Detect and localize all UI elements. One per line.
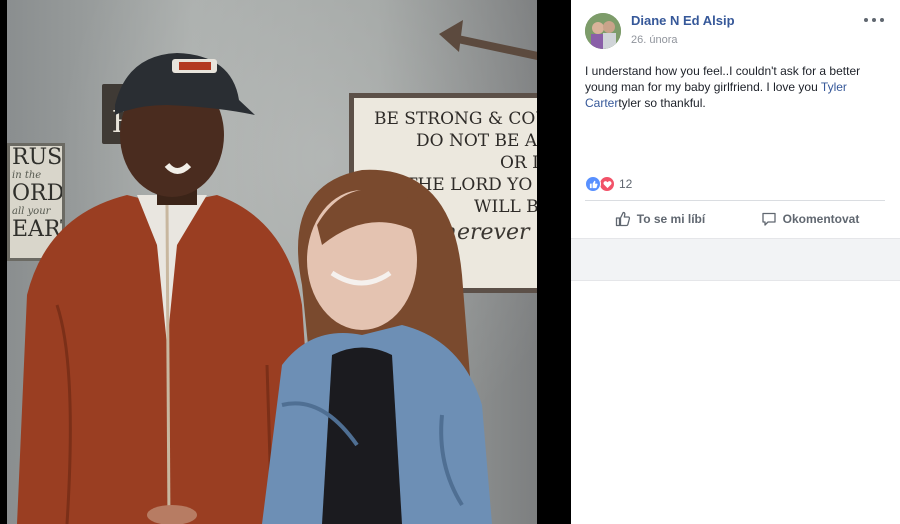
author-name[interactable]: Diane N Ed Alsip bbox=[631, 13, 735, 28]
post-text-before: I understand how you feel..I couldn't as… bbox=[585, 64, 861, 94]
post-photo[interactable]: RUST in the ORD all your EART pray BIG B… bbox=[7, 0, 537, 524]
comment-button[interactable]: Okomentovat bbox=[735, 204, 885, 234]
divider bbox=[585, 200, 885, 201]
more-options-icon[interactable] bbox=[864, 13, 884, 27]
post-header: Diane N Ed Alsip 26. února bbox=[571, 0, 900, 56]
comments-area bbox=[571, 238, 900, 281]
reaction-count[interactable]: 12 bbox=[619, 177, 632, 191]
post-text: I understand how you feel..I couldn't as… bbox=[585, 63, 890, 111]
photo-arrow-decoration bbox=[439, 20, 537, 60]
post-text-after: tyler so thankful. bbox=[618, 96, 706, 110]
like-button[interactable]: To se mi líbí bbox=[585, 204, 735, 234]
comment-button-label: Okomentovat bbox=[782, 212, 860, 226]
photo-woman bbox=[262, 169, 492, 524]
reactions-summary[interactable]: 12 bbox=[585, 176, 632, 192]
post-timestamp[interactable]: 26. února bbox=[631, 34, 677, 46]
thumbs-up-icon bbox=[615, 211, 630, 227]
post-panel: Diane N Ed Alsip 26. února I understand … bbox=[571, 0, 900, 524]
photo-viewer: RUST in the ORD all your EART pray BIG B… bbox=[0, 0, 571, 524]
love-icon bbox=[599, 176, 615, 192]
like-icon bbox=[585, 176, 601, 192]
comment-icon bbox=[762, 212, 776, 226]
avatar-image-icon bbox=[585, 13, 621, 49]
post-actions: To se mi líbí Okomentovat bbox=[585, 204, 885, 234]
author-avatar[interactable] bbox=[585, 13, 621, 49]
like-button-label: To se mi líbí bbox=[636, 212, 706, 226]
